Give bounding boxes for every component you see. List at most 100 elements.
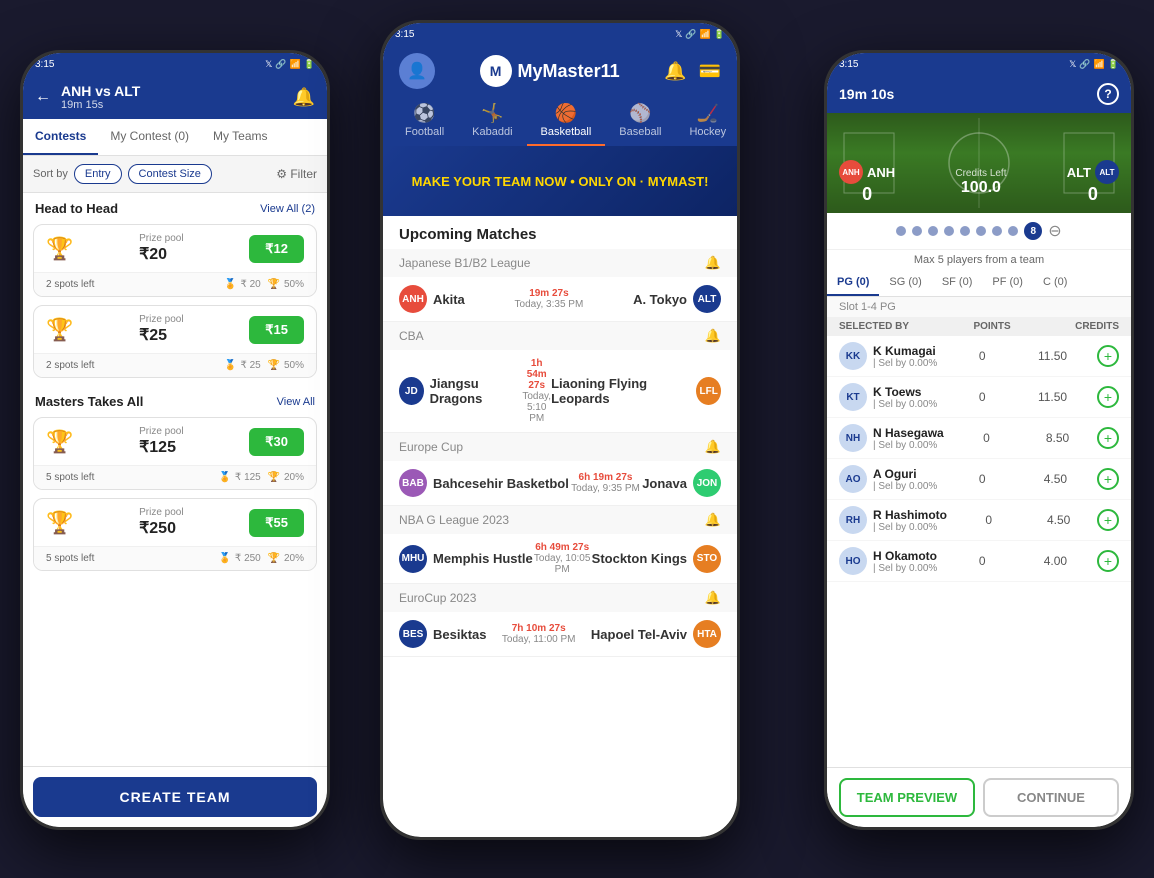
player-left-kumagai: KK K Kumagai | Sel by 0.00% [839,342,937,370]
match-row-bes-hta[interactable]: BES Besiktas 7h 10m 27s Today, 11:00 PM … [383,612,737,656]
contest-card-2: 🏆 Prize pool ₹25 ₹15 2 spots left 🏅 ₹ 25… [33,305,317,378]
sport-tab-baseball[interactable]: ⚾ Baseball [605,97,675,146]
notification-bell-icon[interactable]: 🔔 [664,61,686,82]
oguri-sel: | Sel by 0.00% [873,481,937,492]
col-credits: CREDITS [1075,321,1119,332]
anh-logo: ANH [399,285,427,313]
league-europe-bell[interactable]: 🔔 [705,439,721,455]
minus-icon[interactable]: ⊖ [1048,221,1061,241]
pos-tab-c[interactable]: C (0) [1033,270,1077,296]
hasegawa-sel: | Sel by 0.00% [873,440,944,451]
head-to-head-view-all[interactable]: View All (2) [260,203,315,215]
dot-3 [928,226,938,236]
league-eurocup-name: EuroCup 2023 [399,591,476,605]
pos-tab-sg[interactable]: SG (0) [879,270,931,296]
match-away-jon: JON Jonava [642,469,721,497]
back-button[interactable]: ← [35,88,51,106]
join-btn-2[interactable]: ₹15 [249,316,304,344]
join-btn-1[interactable]: ₹12 [249,235,304,263]
center-status-icons: 𝕏🔗📶🔋 [675,29,725,40]
dot-8 [1008,226,1018,236]
spots-left-2: 2 spots left [46,360,94,371]
score-area: ANH ANH 0 Credits Left 100.0 ALT ALT 0 [827,160,1131,205]
tab-my-teams[interactable]: My Teams [201,119,279,155]
match-center-cba: 1h 54m 27s Today, 5:10 PM [522,358,551,424]
masters-join-2[interactable]: ₹55 [249,509,304,537]
dot-4 [944,226,954,236]
league-nba-g-bell[interactable]: 🔔 [705,512,721,528]
sport-tab-kabaddi[interactable]: 🤸 Kabaddi [458,97,526,146]
add-okamoto-button[interactable]: + [1097,550,1119,572]
left-scroll-area: Head to Head View All (2) 🏆 Prize pool ₹… [23,193,327,827]
contest-size-chip[interactable]: Contest Size [128,164,212,184]
pos-tab-pf[interactable]: PF (0) [982,270,1033,296]
masters-view-all[interactable]: View All [277,396,315,408]
hockey-icon: 🏒 [697,103,719,124]
help-button[interactable]: ? [1097,83,1119,105]
league-japanese-bell[interactable]: 🔔 [705,255,721,271]
player-row-hashimoto: RH R Hashimoto | Sel by 0.00% 0 4.50 + [827,500,1131,541]
pos-tab-sf[interactable]: SF (0) [932,270,983,296]
masters-spots-1: 5 spots left [46,472,94,483]
dot-2 [912,226,922,236]
tab-my-contest[interactable]: My Contest (0) [98,119,201,155]
hasegawa-name: N Hasegawa [873,426,944,440]
match-row-jd-lfl[interactable]: JD Jiangsu Dragons 1h 54m 27s Today, 5:1… [383,350,737,432]
kumagai-name: K Kumagai [873,344,937,358]
match-time-2: 1h 54m 27s [522,358,551,391]
match-row-anh-alt[interactable]: ANH Akita 19m 27s Today, 3:35 PM ALT A. … [383,277,737,321]
add-kumagai-button[interactable]: + [1097,345,1119,367]
sport-tab-football[interactable]: ⚽ Football [391,97,458,146]
away-score: 0 [1067,184,1119,205]
tab-contests[interactable]: Contests [23,119,98,155]
match-row-bab-jon[interactable]: BAB Bahcesehir Basketbol 6h 19m 27s Toda… [383,461,737,505]
match-time-5: 7h 10m 27s [486,623,590,634]
masters-card-1: 🏆 Prize pool ₹125 ₹30 5 spots left 🏅 ₹ 1… [33,417,317,490]
add-toews-button[interactable]: + [1097,386,1119,408]
left-phone: 3:15 𝕏🔗📶🔋 ← ANH vs ALT 19m 15s 🔔 Contest… [20,50,330,830]
masters-dist-1: 🏅 ₹ 125 🏆 20% [218,472,304,483]
promo-banner[interactable]: MAKE YOUR TEAM NOW • ONLY ON · MYMAST! [383,146,737,216]
match-center-info: 19m 27s Today, 3:35 PM [465,288,633,310]
league-eurocup-bell[interactable]: 🔔 [705,590,721,606]
continue-button[interactable]: CONTINUE [983,778,1119,817]
league-europe-name: Europe Cup [399,440,463,454]
masters-join-1[interactable]: ₹30 [249,428,304,456]
kumagai-sel: | Sel by 0.00% [873,358,937,369]
match-subtitle: 19m 15s [61,99,283,111]
sport-tab-hockey[interactable]: 🏒 Hockey [675,97,737,146]
pos-tab-pg[interactable]: PG (0) [827,270,879,296]
home-team-memphis: Memphis Hustle [433,551,533,566]
match-time-4: 6h 49m 27s [533,542,592,553]
prize-dist-1: 🏅 ₹ 20 🏆 50% [224,279,304,290]
left-status-bar: 3:15 𝕏🔗📶🔋 [23,53,327,75]
entry-chip[interactable]: Entry [74,164,122,184]
credits-value: 100.0 [955,179,1006,197]
match-date-3: Today, 9:35 PM [569,483,642,494]
league-cba-name: CBA [399,329,424,343]
okamoto-credits: 4.00 [1027,554,1067,568]
player-left-oguri: AO A Oguri | Sel by 0.00% [839,465,937,493]
wallet-icon[interactable]: 💳 [699,61,721,82]
match-row-mhu-sto[interactable]: MHU Memphis Hustle 6h 49m 27s Today, 10:… [383,534,737,583]
add-hasegawa-button[interactable]: + [1097,427,1119,449]
add-hashimoto-button[interactable]: + [1097,509,1119,531]
trophy-icon-3: 🏆 [46,429,73,455]
sport-tab-basketball[interactable]: 🏀 Basketball [527,97,606,146]
filter-icon[interactable]: ⚙ Filter [276,167,317,181]
hasegawa-info: N Hasegawa | Sel by 0.00% [873,426,944,451]
head-to-head-title: Head to Head [35,201,118,216]
create-team-button[interactable]: CREATE TEAM [33,777,317,817]
home-team-badge: ANH [839,160,863,184]
header-action-icons: 🔔 💳 [664,61,721,82]
match-home-bab: BAB Bahcesehir Basketbol [399,469,569,497]
league-cba-bell[interactable]: 🔔 [705,328,721,344]
sport-tabs: ⚽ Football 🤸 Kabaddi 🏀 Basketball ⚾ Base… [383,97,737,146]
team-preview-button[interactable]: TEAM PREVIEW [839,778,975,817]
baseball-icon: ⚾ [629,103,651,124]
user-avatar[interactable]: 👤 [399,53,435,89]
notification-icon[interactable]: 🔔 [293,87,315,108]
kumagai-points: 0 [967,349,997,363]
hasegawa-points: 0 [971,431,1001,445]
add-oguri-button[interactable]: + [1097,468,1119,490]
